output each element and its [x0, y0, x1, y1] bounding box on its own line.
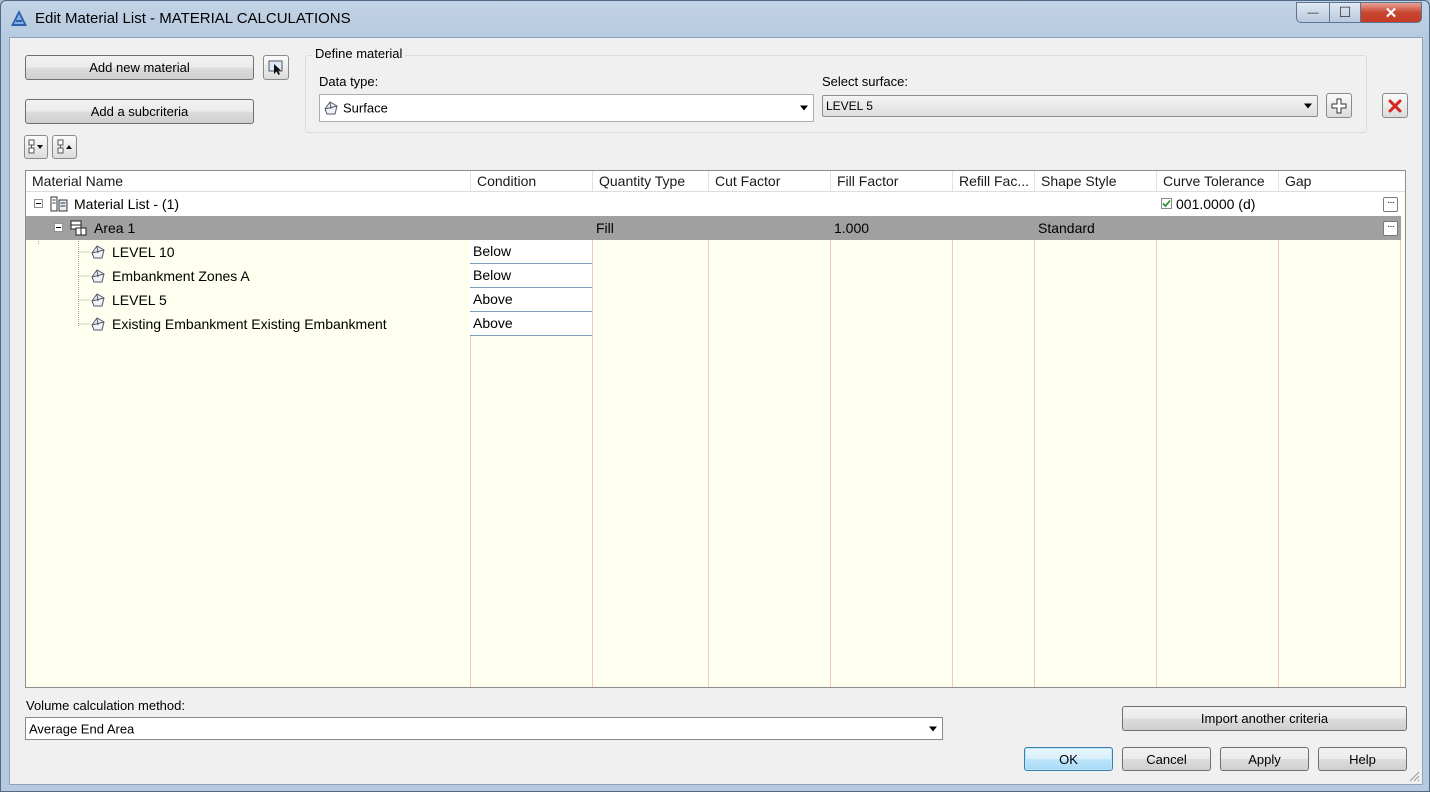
surface-icon [324, 101, 338, 115]
area-quantity-type: Fill [596, 220, 614, 236]
criteria-name: LEVEL 10 [112, 244, 175, 260]
material-list-icon [50, 196, 68, 212]
criteria-condition[interactable]: Above [470, 312, 592, 336]
criteria-name: LEVEL 5 [112, 292, 167, 308]
dialog-window: Edit Material List - MATERIAL CALCULATIO… [0, 0, 1430, 792]
close-icon: ✕ [1384, 4, 1398, 22]
import-criteria-button[interactable]: Import another criteria [1122, 706, 1407, 731]
pick-cursor-icon [268, 60, 283, 75]
criteria-row[interactable]: Embankment Zones A Below [26, 264, 1401, 288]
criteria-row[interactable]: LEVEL 10 Below [26, 240, 1401, 264]
grid-header: Material Name Condition Quantity Type Cu… [26, 171, 1405, 192]
chevron-down-icon [929, 726, 937, 731]
col-header-fill-factor[interactable]: Fill Factor [831, 171, 953, 191]
collapse-all-button[interactable] [52, 135, 77, 159]
curve-tolerance-value: 001.0000 (d) [1176, 196, 1256, 212]
collapse-toggle-icon[interactable] [34, 199, 43, 208]
add-new-material-button[interactable]: Add new material [25, 55, 254, 80]
area-shape-style: Standard [1038, 220, 1095, 236]
define-material-title: Define material [312, 46, 406, 61]
title-bar[interactable]: Edit Material List - MATERIAL CALCULATIO… [1, 1, 1429, 35]
ok-button[interactable]: OK [1024, 747, 1113, 771]
criteria-condition[interactable]: Below [470, 264, 592, 288]
col-header-shape-style[interactable]: Shape Style [1035, 171, 1157, 191]
material-grid[interactable]: Material Name Condition Quantity Type Cu… [25, 170, 1406, 688]
data-type-label: Data type: [319, 74, 379, 89]
tree-row-area[interactable]: Area 1 Fill 1.000 Standard ··· [26, 216, 1401, 240]
criteria-row[interactable]: Existing Embankment Existing Embankment … [26, 312, 1401, 336]
collapse-toggle-icon[interactable] [54, 223, 63, 232]
chevron-down-icon [1304, 103, 1312, 109]
material-list-name: Material List - (1) [74, 196, 180, 212]
criteria-name: Embankment Zones A [112, 268, 250, 284]
col-header-cut-factor[interactable]: Cut Factor [709, 171, 831, 191]
add-subcriteria-button[interactable]: Add a subcriteria [25, 99, 254, 124]
expand-tree-icon [28, 139, 43, 154]
delete-x-icon [1388, 99, 1402, 112]
criteria-name: Existing Embankment Existing Embankment [112, 316, 387, 332]
ellipsis-icon: ··· [1387, 221, 1395, 232]
chevron-down-icon [800, 105, 808, 111]
criteria-row[interactable]: LEVEL 5 Above [26, 288, 1401, 312]
minimize-icon: — [1307, 6, 1319, 19]
ellipsis-icon: ··· [1387, 197, 1395, 208]
checkmark-icon [1162, 199, 1171, 208]
apply-button[interactable]: Apply [1220, 747, 1309, 771]
gap-ellipsis-button[interactable]: ··· [1383, 221, 1398, 236]
surface-icon [91, 269, 105, 283]
maximize-button[interactable]: ☐ [1329, 2, 1361, 23]
surface-icon [91, 245, 105, 259]
col-header-curve-tolerance[interactable]: Curve Tolerance [1157, 171, 1279, 191]
curve-tolerance-checkbox[interactable] [1161, 198, 1172, 209]
window-title: Edit Material List - MATERIAL CALCULATIO… [35, 10, 351, 27]
volume-method-value: Average End Area [29, 721, 135, 736]
criteria-condition[interactable]: Below [470, 240, 592, 264]
data-type-value: Surface [343, 100, 388, 116]
area-name: Area 1 [94, 220, 136, 236]
area-fill-factor: 1.000 [834, 220, 870, 236]
surface-icon [91, 293, 105, 307]
gap-ellipsis-button[interactable]: ··· [1383, 197, 1398, 212]
dialog-client-area: Add new material Add a subcriteria Defin… [9, 37, 1423, 785]
area-shape-icon [70, 220, 87, 236]
add-surface-button[interactable] [1326, 93, 1352, 118]
volume-method-label: Volume calculation method: [26, 698, 185, 713]
delete-button[interactable] [1382, 93, 1408, 118]
pick-from-drawing-button[interactable] [263, 55, 289, 80]
help-button[interactable]: Help [1318, 747, 1407, 771]
col-header-material-name[interactable]: Material Name [26, 171, 471, 191]
close-button[interactable]: ✕ [1360, 2, 1422, 23]
col-header-gap[interactable]: Gap [1279, 171, 1405, 191]
criteria-condition[interactable]: Above [470, 288, 592, 312]
select-surface-label: Select surface: [822, 74, 908, 89]
col-header-condition[interactable]: Condition [471, 171, 593, 191]
select-surface-value: LEVEL 5 [826, 99, 873, 113]
col-header-quantity-type[interactable]: Quantity Type [593, 171, 709, 191]
volume-method-select[interactable]: Average End Area [25, 717, 943, 740]
tree-row-material-list[interactable]: Material List - (1) 001.0000 (d) ··· [26, 192, 1401, 216]
select-surface-select[interactable]: LEVEL 5 [822, 95, 1318, 117]
cancel-button[interactable]: Cancel [1122, 747, 1211, 771]
resize-grip-icon[interactable] [1408, 770, 1420, 782]
data-type-select[interactable]: Surface [319, 94, 814, 122]
plus-icon [1331, 98, 1347, 113]
maximize-icon: ☐ [1338, 4, 1352, 20]
civil3d-logo-icon [11, 10, 27, 26]
collapse-tree-icon [57, 139, 72, 154]
col-header-refill-factor[interactable]: Refill Fac... [953, 171, 1035, 191]
minimize-button[interactable]: — [1296, 2, 1330, 23]
surface-icon [91, 317, 105, 331]
expand-all-button[interactable] [24, 135, 48, 159]
